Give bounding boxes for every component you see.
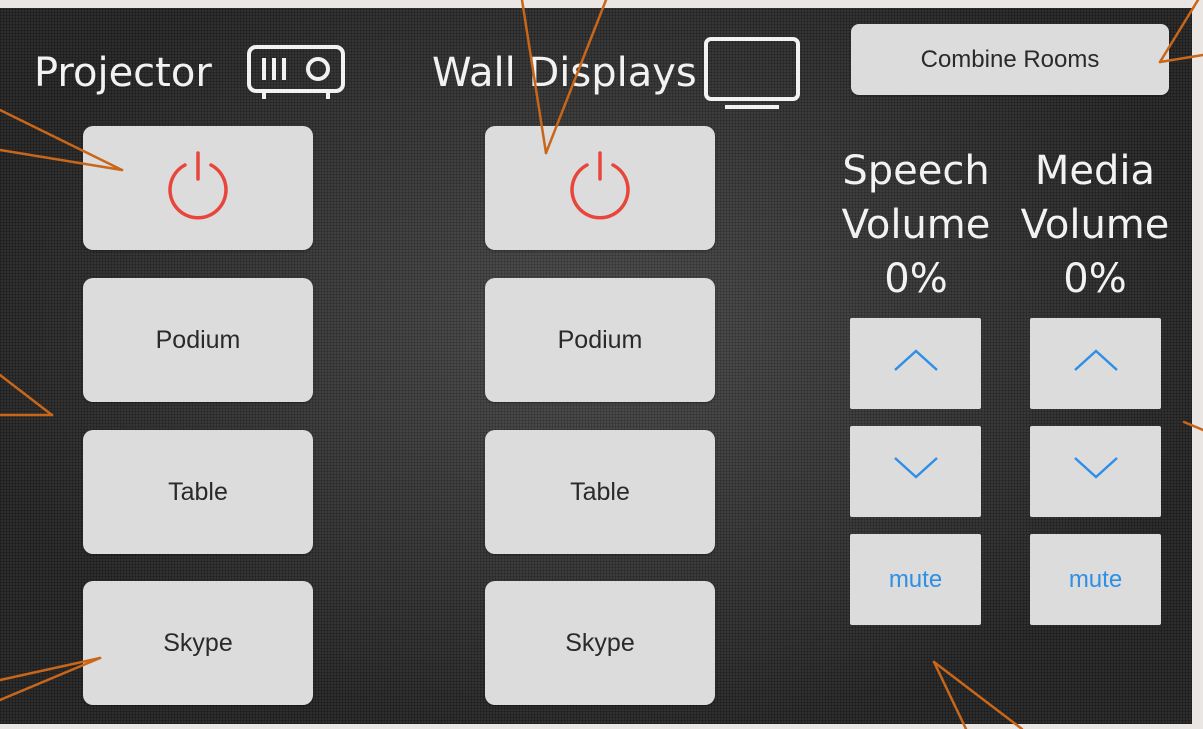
monitor-icon <box>703 36 801 114</box>
power-icon <box>158 145 238 232</box>
projector-heading: Projector <box>34 50 212 96</box>
power-icon <box>560 145 640 232</box>
projector-podium-button[interactable]: Podium <box>83 278 313 402</box>
chevron-down-icon <box>1072 455 1120 488</box>
speech-volume-level: 0% <box>884 256 948 302</box>
speech-volume-label: Speech Volume 0% <box>826 144 1006 306</box>
chevron-up-icon <box>1072 347 1120 380</box>
projector-icon <box>246 44 346 106</box>
media-mute-button[interactable]: mute <box>1030 534 1161 625</box>
speech-mute-button[interactable]: mute <box>850 534 981 625</box>
combine-rooms-button[interactable]: Combine Rooms <box>851 24 1169 95</box>
projector-table-button[interactable]: Table <box>83 430 313 554</box>
media-volume-down-button[interactable] <box>1030 426 1161 517</box>
chevron-up-icon <box>892 347 940 380</box>
chevron-down-icon <box>892 455 940 488</box>
media-volume-line1: Media <box>1034 148 1156 194</box>
projector-skype-button[interactable]: Skype <box>83 581 313 705</box>
speech-volume-line1: Speech <box>842 148 990 194</box>
wall-displays-skype-button[interactable]: Skype <box>485 581 715 705</box>
projector-power-button[interactable] <box>83 126 313 250</box>
media-volume-label: Media Volume 0% <box>1010 144 1180 306</box>
wall-displays-heading: Wall Displays <box>432 50 697 96</box>
wall-displays-table-button[interactable]: Table <box>485 430 715 554</box>
media-volume-up-button[interactable] <box>1030 318 1161 409</box>
speech-volume-line2: Volume <box>841 202 991 248</box>
speech-volume-up-button[interactable] <box>850 318 981 409</box>
wall-displays-podium-button[interactable]: Podium <box>485 278 715 402</box>
media-volume-level: 0% <box>1063 256 1127 302</box>
wall-displays-power-button[interactable] <box>485 126 715 250</box>
media-volume-line2: Volume <box>1020 202 1170 248</box>
speech-volume-down-button[interactable] <box>850 426 981 517</box>
